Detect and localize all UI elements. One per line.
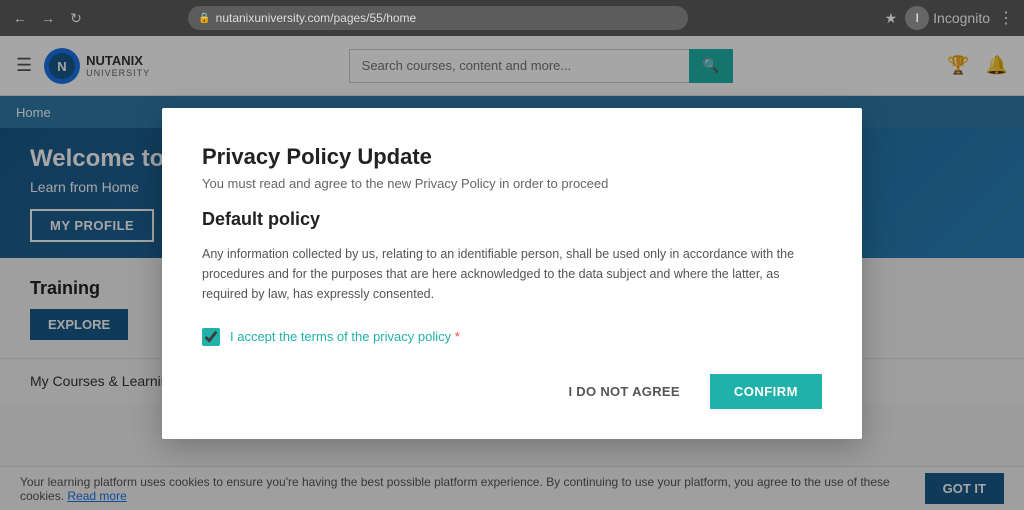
checkbox-row: I accept the terms of the privacy policy… <box>202 328 822 346</box>
menu-icon[interactable]: ⋮ <box>998 8 1014 28</box>
checkbox-label-text: I accept the terms of the privacy policy <box>230 329 451 344</box>
confirm-button[interactable]: CONFIRM <box>710 374 822 409</box>
page-wrapper: ☰ N NUTANIX UNIVERSITY 🔍 🏆 🔔 Home <box>0 36 1024 510</box>
forward-button[interactable]: → <box>38 8 58 28</box>
incognito-area: I Incognito <box>905 6 990 30</box>
url-bar[interactable]: 🔒 nutanixuniversity.com/pages/55/home <box>188 6 688 30</box>
back-button[interactable]: ← <box>10 8 30 28</box>
reload-button[interactable]: ↻ <box>66 8 86 28</box>
checkbox-label: I accept the terms of the privacy policy… <box>230 329 460 344</box>
browser-chrome: ← → ↻ 🔒 nutanixuniversity.com/pages/55/h… <box>0 0 1024 36</box>
modal-policy-title: Default policy <box>202 209 822 230</box>
modal-actions: I DO NOT AGREE CONFIRM <box>202 374 822 409</box>
modal-overlay: Privacy Policy Update You must read and … <box>0 36 1024 510</box>
modal-title: Privacy Policy Update <box>202 144 822 170</box>
star-icon[interactable]: ★ <box>885 10 898 27</box>
incognito-label: Incognito <box>933 10 990 26</box>
url-text: nutanixuniversity.com/pages/55/home <box>216 11 417 25</box>
required-marker: * <box>451 329 460 344</box>
modal-policy-text: Any information collected by us, relatin… <box>202 244 822 304</box>
privacy-modal: Privacy Policy Update You must read and … <box>162 108 862 439</box>
accept-terms-checkbox[interactable] <box>202 328 220 346</box>
lock-icon: 🔒 <box>198 13 210 24</box>
incognito-avatar: I <box>905 6 929 30</box>
browser-actions: ★ I Incognito ⋮ <box>885 6 1014 30</box>
modal-subtitle: You must read and agree to the new Priva… <box>202 176 822 191</box>
do-not-agree-button[interactable]: I DO NOT AGREE <box>550 374 697 409</box>
